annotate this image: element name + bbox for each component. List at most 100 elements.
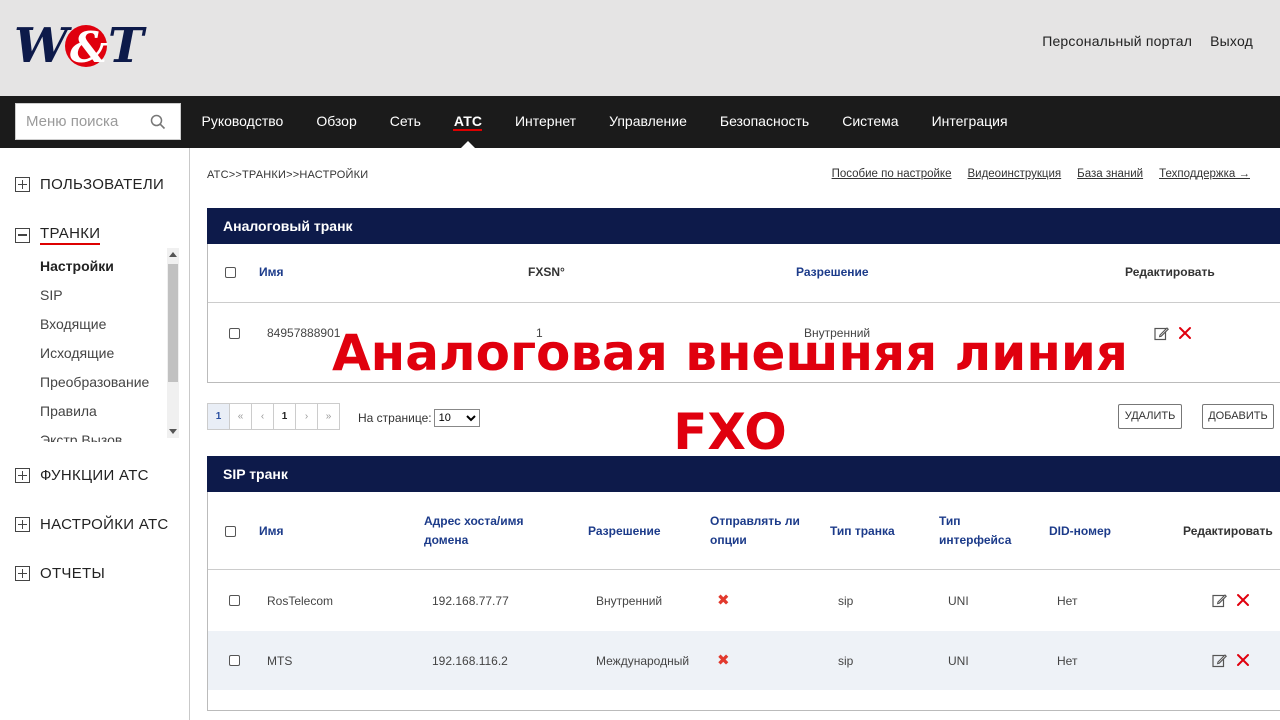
sidebar-item-outgoing[interactable]: Исходящие	[40, 343, 170, 372]
sidebar-group-pbx-functions[interactable]: ФУНКЦИИ АТС	[15, 467, 149, 484]
expand-icon	[15, 468, 30, 483]
edit-icon[interactable]	[1212, 653, 1227, 668]
sidebar-group-reports[interactable]: ОТЧЕТЫ	[15, 565, 105, 582]
wt-logo[interactable]: W & T	[14, 18, 154, 76]
svg-text:W: W	[14, 18, 72, 74]
per-page-label: На странице:	[358, 411, 432, 425]
cell-interface: UNI	[948, 654, 969, 668]
row-divider	[208, 569, 1280, 570]
cell-name: MTS	[267, 654, 293, 668]
column-header-name: Имя	[259, 524, 284, 538]
nav-item-guide[interactable]: Руководство	[185, 96, 300, 148]
select-all-checkbox[interactable]	[225, 526, 236, 537]
expand-icon	[15, 177, 30, 192]
cell-name: 84957888901	[267, 326, 341, 340]
delete-icon[interactable]	[1178, 326, 1192, 340]
active-underline	[453, 129, 483, 131]
nav-item-system[interactable]: Система	[826, 96, 915, 148]
per-page-select[interactable]: 10	[433, 409, 480, 427]
sidebar-group-users[interactable]: ПОЛЬЗОВАТЕЛИ	[15, 176, 164, 193]
send-options-no-icon: ✖	[717, 592, 730, 609]
delete-button[interactable]: УДАЛИТЬ	[1118, 404, 1182, 429]
cell-did: Нет	[1057, 654, 1078, 668]
column-header-name: Имя	[259, 265, 284, 279]
menu-search-input[interactable]	[16, 104, 154, 139]
video-guide-link[interactable]: Видеоинструкция	[967, 168, 1061, 180]
svg-text:T: T	[108, 18, 147, 74]
prev-page-button[interactable]: ‹	[251, 403, 274, 430]
nav-item-internet[interactable]: Интернет	[498, 96, 592, 148]
row-divider	[208, 302, 1280, 303]
trunks-submenu: Настройки SIP Входящие Исходящие Преобра…	[40, 256, 170, 442]
scroll-thumb[interactable]	[168, 264, 178, 382]
column-header-send-options: Отправлять ли опции	[710, 512, 800, 550]
sidebar-item-sip[interactable]: SIP	[40, 285, 170, 314]
nav-item-security[interactable]: Безопасность	[703, 96, 825, 148]
scroll-up-arrow-icon[interactable]	[169, 252, 177, 257]
sidebar-group-pbx-settings[interactable]: НАСТРОЙКИ АТС	[15, 516, 169, 533]
cell-name: RosTelecom	[267, 594, 334, 608]
sidebar-group-trunks[interactable]: ТРАНКИ	[15, 225, 101, 245]
delete-icon[interactable]	[1236, 593, 1250, 607]
first-page-button[interactable]: «	[229, 403, 252, 430]
expand-icon	[15, 566, 30, 581]
add-button[interactable]: ДОБАВИТЬ	[1202, 404, 1274, 429]
top-links: Персональный портал Выход	[1042, 33, 1253, 49]
row-checkbox[interactable]	[229, 655, 240, 666]
sidebar-item-settings[interactable]: Настройки	[40, 256, 170, 285]
page-1-button[interactable]: 1	[273, 403, 296, 430]
page-indicator[interactable]: 1	[207, 403, 230, 430]
cell-permission: Внутренний	[804, 326, 871, 340]
cell-permission: Международный	[596, 654, 690, 668]
cell-interface: UNI	[948, 594, 969, 608]
submenu-scrollbar[interactable]	[167, 248, 179, 438]
search-icon[interactable]	[150, 114, 166, 130]
pagination: 1 « ‹ 1 › »	[207, 403, 340, 430]
edit-icon[interactable]	[1212, 593, 1227, 608]
row-checkbox[interactable]	[229, 595, 240, 606]
sidebar-group-label: НАСТРОЙКИ АТС	[40, 516, 169, 533]
send-options-no-icon: ✖	[717, 652, 730, 669]
edit-icon[interactable]	[1154, 326, 1169, 341]
nav-item-management[interactable]: Управление	[593, 96, 704, 148]
personal-portal-link[interactable]: Персональный портал	[1042, 33, 1192, 49]
knowledge-base-link[interactable]: База знаний	[1077, 168, 1143, 180]
cell-trunk-type: sip	[838, 594, 854, 608]
collapse-icon	[15, 227, 30, 243]
analog-trunk-header: Аналоговый транк	[207, 208, 1280, 244]
column-header-trunk-type: Тип транка	[830, 524, 895, 538]
sidebar-group-label: ПОЛЬЗОВАТЕЛИ	[40, 176, 165, 193]
logout-link[interactable]: Выход	[1210, 33, 1253, 49]
expand-icon	[15, 517, 30, 532]
cell-fxsn: 1	[536, 326, 543, 340]
cell-permission: Внутренний	[596, 594, 663, 608]
main-nav: Руководство Обзор Сеть АТС Интернет Упра…	[0, 96, 1280, 148]
sidebar-group-label: ФУНКЦИИ АТС	[40, 467, 149, 484]
scroll-down-arrow-icon[interactable]	[169, 429, 177, 434]
delete-icon[interactable]	[1236, 653, 1250, 667]
setup-guide-link[interactable]: Пособие по настройке	[832, 168, 952, 180]
column-header-permission: Разрешение	[796, 265, 869, 279]
sidebar-item-rules[interactable]: Правила	[40, 401, 170, 430]
column-header-interface-type: Тип интерфейса	[939, 512, 1011, 550]
nav-item-integration[interactable]: Интеграция	[915, 96, 1024, 148]
sidebar-item-emergency[interactable]: Экстр.Вызов	[40, 430, 170, 442]
support-link[interactable]: Техподдержка →	[1159, 168, 1250, 180]
menu-search	[15, 103, 181, 140]
column-header-edit: Редактировать	[1183, 524, 1273, 538]
nav-item-pbx[interactable]: АТС	[437, 96, 498, 148]
column-header-send-options-line2: опции	[710, 533, 747, 547]
select-all-checkbox[interactable]	[225, 267, 236, 278]
row-checkbox[interactable]	[229, 328, 240, 339]
next-page-button[interactable]: ›	[295, 403, 318, 430]
nav-item-overview[interactable]: Обзор	[300, 96, 373, 148]
sip-trunk-table: Имя Адрес хоста/имя домена Разрешение От…	[207, 492, 1280, 711]
svg-text:&: &	[70, 23, 108, 72]
table-row-background	[208, 631, 1280, 690]
last-page-button[interactable]: »	[317, 403, 340, 430]
sidebar-item-incoming[interactable]: Входящие	[40, 314, 170, 343]
nav-item-network[interactable]: Сеть	[373, 96, 437, 148]
column-header-edit: Редактировать	[1125, 265, 1215, 279]
sip-trunk-header: SIP транк	[207, 456, 1280, 492]
sidebar-item-transform[interactable]: Преобразование	[40, 372, 170, 401]
